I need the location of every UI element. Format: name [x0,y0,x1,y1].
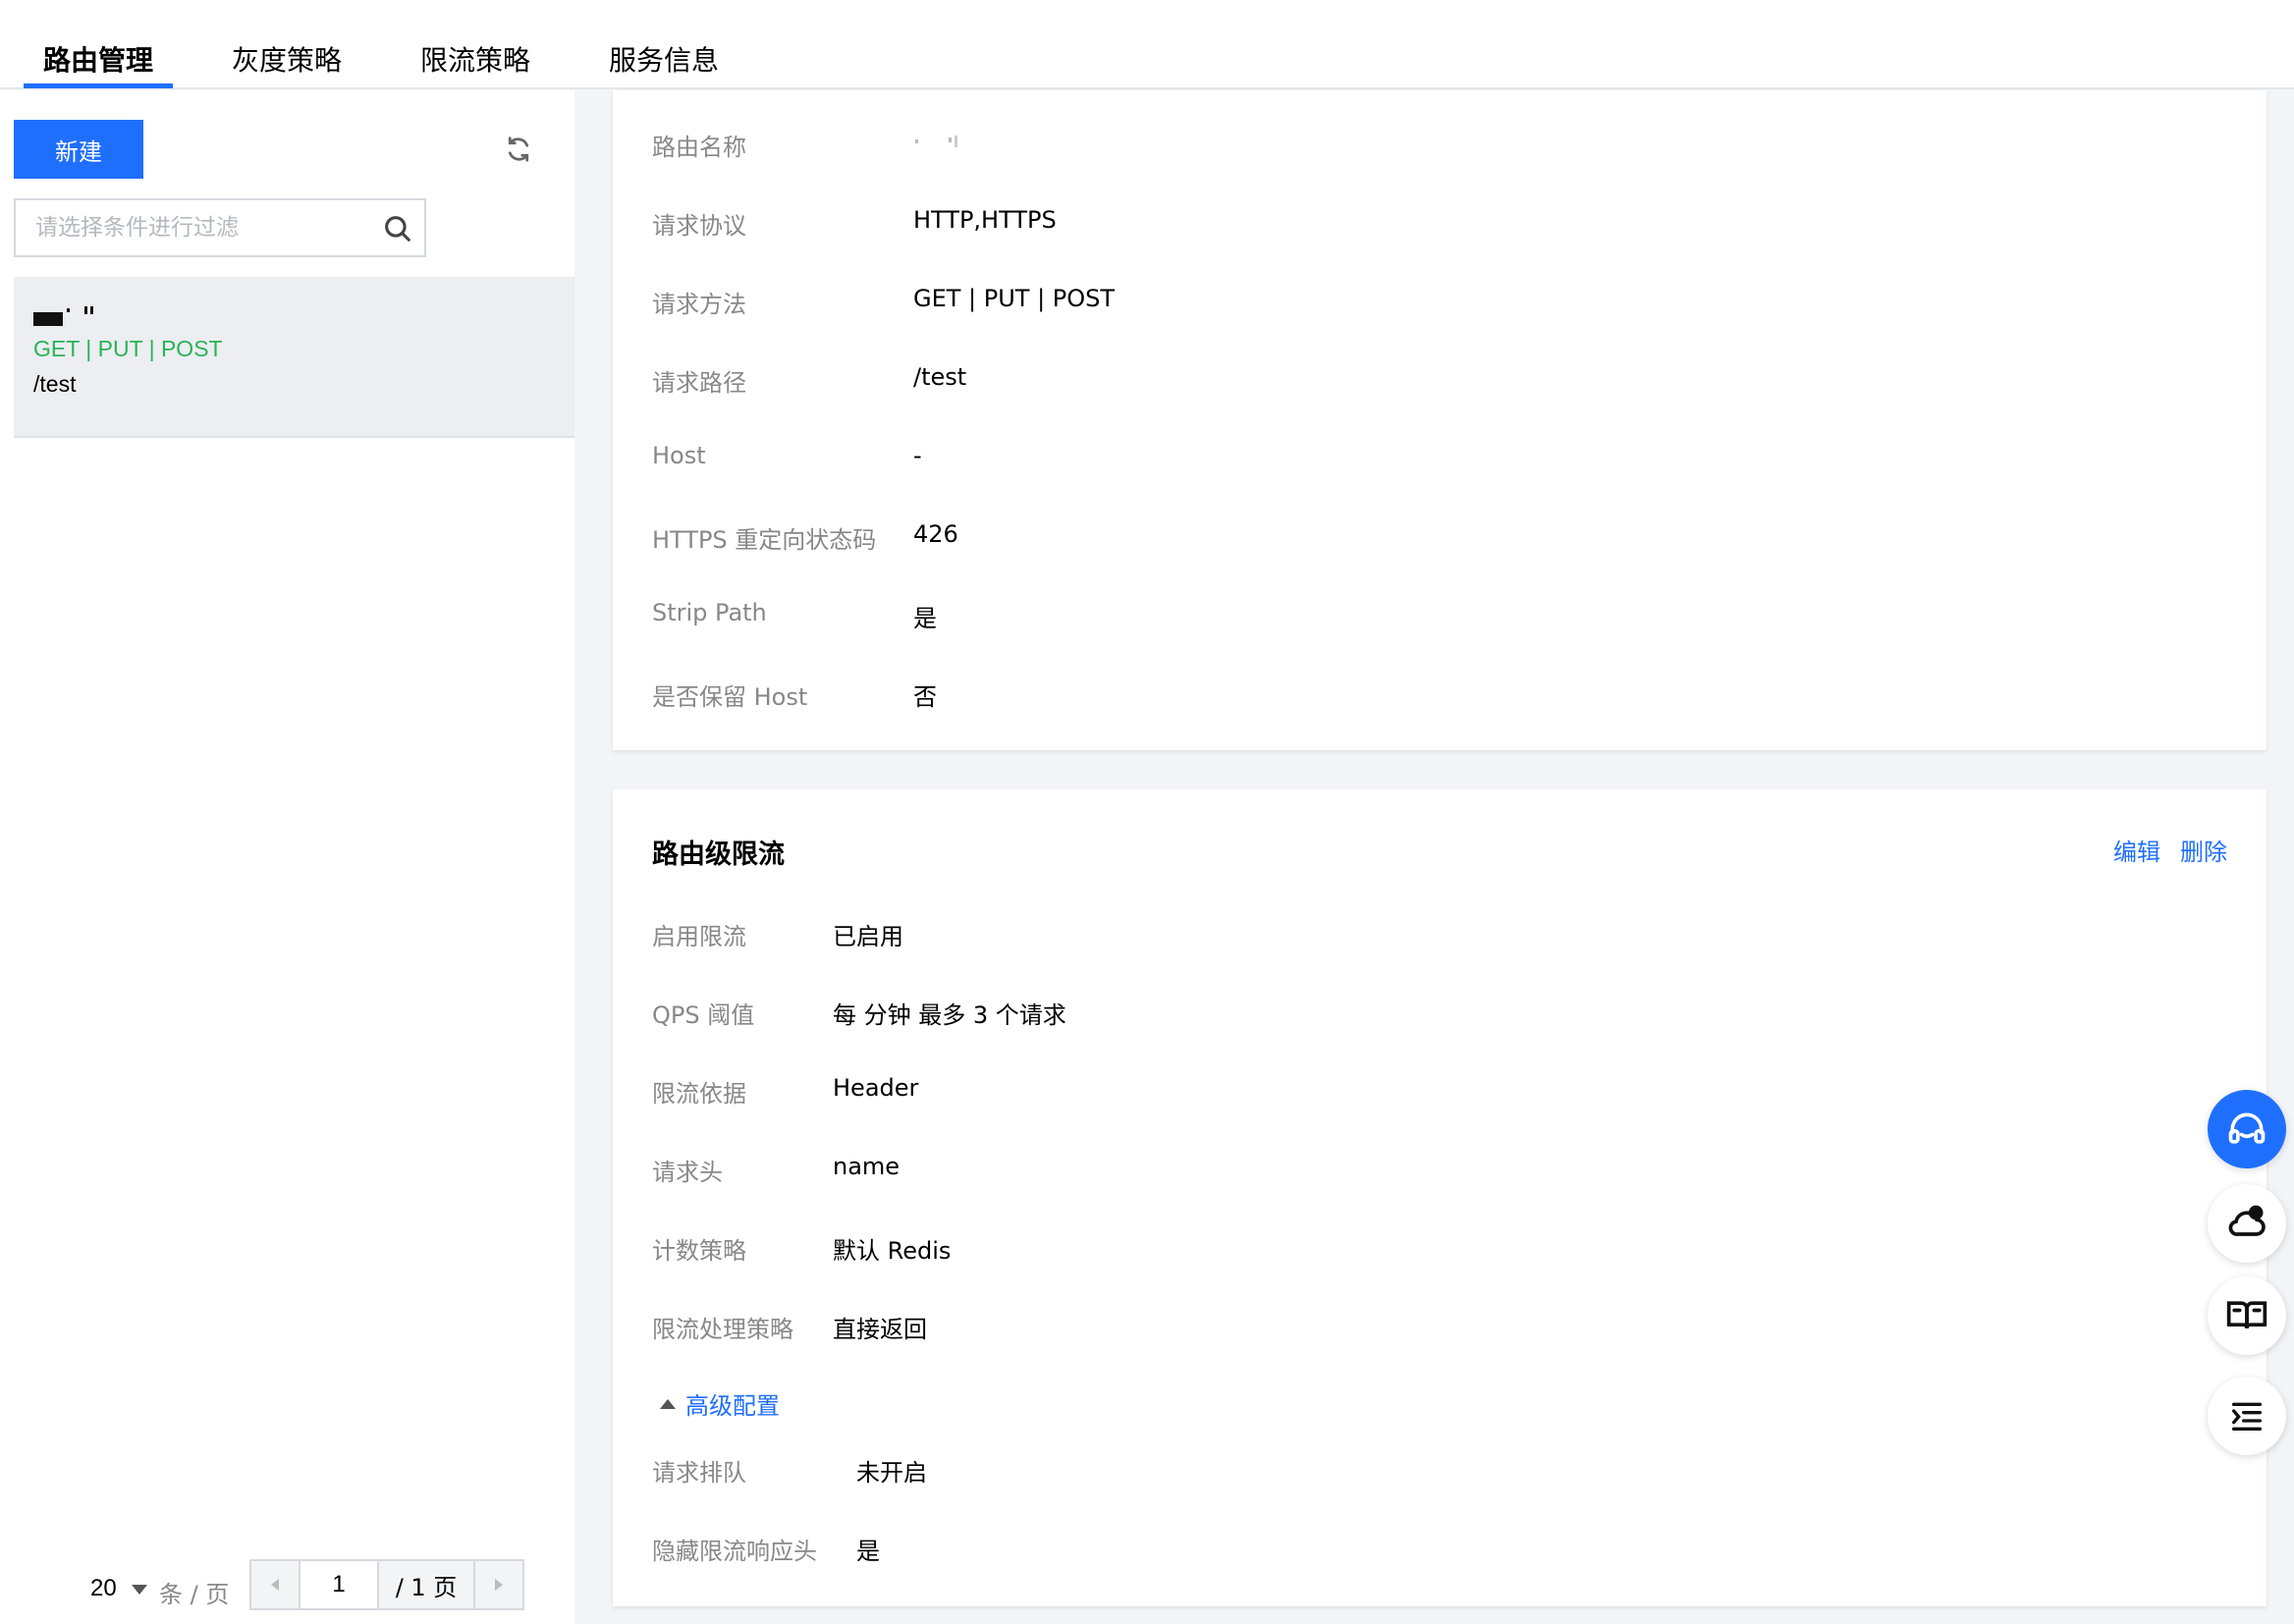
route-rate-limit-card: 路由级限流 编辑 删除 启用限流 已启用 QPS 阈值 每 分钟 最多 3 个请… [613,789,2267,1606]
advanced-config-toggle[interactable]: 高级配置 [660,1386,780,1421]
active-tab-indicator [24,83,173,88]
hide-headers-value: 是 [856,1538,880,1565]
count-strategy-label: 计数策略 [652,1237,746,1265]
preserve-host-value: 否 [913,683,937,711]
next-page-button[interactable] [473,1561,522,1608]
qps-label: QPS 阈值 [652,1001,755,1029]
limit-enabled-value: 已启用 [833,923,903,950]
filter-search-input[interactable] [35,200,369,255]
strip-path-label: Strip Path [652,599,767,626]
refresh-icon[interactable] [501,132,536,167]
qps-value: 每 分钟 最多 3 个请求 [833,1001,1066,1029]
hide-headers-label: 隐藏限流响应头 [652,1538,817,1565]
https-redirect-label: HTTPS 重定向状态码 [652,526,877,554]
rate-limit-title: 路由级限流 [652,839,785,870]
host-label: Host [652,442,706,469]
caret-up-icon [660,1398,676,1409]
limit-enabled-label: 启用限流 [652,923,746,950]
request-queue-value: 未开启 [856,1459,927,1487]
strip-path-value: 是 [913,605,937,632]
limit-basis-value: Header [833,1074,919,1102]
tab-service-info[interactable]: 服务信息 [609,39,719,79]
route-path: /test [33,371,77,397]
handling-strategy-label: 限流处理策略 [652,1316,793,1343]
preserve-host-label: 是否保留 Host [652,683,808,711]
path-label: 请求路径 [652,369,746,397]
request-queue-label: 请求排队 [652,1459,746,1487]
tabs-bar: 路由管理 灰度策略 限流策略 服务信息 [0,0,2294,89]
route-name-value-redacted [915,135,957,147]
new-route-button[interactable]: 新建 [14,120,143,179]
outline-button[interactable] [2208,1377,2286,1455]
route-list-panel: 新建 GET | PUT | POST /test [0,90,574,1624]
docs-button[interactable] [2208,1276,2286,1355]
headset-icon [2228,1112,2266,1144]
support-button[interactable] [2208,1090,2286,1168]
filter-search-box [14,198,426,257]
limit-basis-label: 限流依据 [652,1080,746,1108]
cloud-alert-icon [2228,1205,2266,1236]
page-size-chevron-down-icon[interactable] [132,1585,147,1595]
https-redirect-value: 426 [913,520,958,548]
cloud-alert-button[interactable] [2208,1184,2286,1263]
book-icon [2226,1301,2267,1329]
chevron-right-icon [495,1579,503,1591]
protocol-value: HTTP,HTTPS [913,206,1057,234]
page-size-value[interactable]: 20 [90,1575,117,1602]
page-size-unit: 条 / 页 [159,1581,230,1608]
page-total: / 1 页 [379,1561,473,1608]
route-list-item[interactable]: GET | PUT | POST /test [14,277,574,438]
prev-page-button[interactable] [251,1561,300,1608]
advanced-config-label: 高级配置 [685,1392,780,1420]
list-indent-icon [2232,1402,2262,1431]
search-icon[interactable] [381,212,414,245]
tab-route-management[interactable]: 路由管理 [43,39,153,79]
route-name-redacted [33,306,93,326]
pager: / 1 页 [249,1559,524,1610]
tab-gray-strategy[interactable]: 灰度策略 [232,39,342,79]
delete-link[interactable]: 删除 [2180,833,2227,867]
handling-strategy-value: 直接返回 [833,1316,927,1343]
route-basic-info-card: 路由名称 请求协议 HTTP,HTTPS 请求方法 GET | PUT | PO… [613,90,2267,750]
route-methods: GET | PUT | POST [33,336,223,361]
edit-link[interactable]: 编辑 [2113,833,2160,867]
path-value: /test [913,363,967,391]
method-label: 请求方法 [652,291,746,318]
route-name-label: 路由名称 [652,134,746,161]
request-header-label: 请求头 [652,1159,723,1186]
chevron-left-icon [271,1579,279,1591]
method-value: GET | PUT | POST [913,285,1116,312]
host-value: - [913,442,922,469]
request-header-value: name [833,1153,901,1180]
page-number-input[interactable] [300,1561,379,1608]
tab-rate-limit-strategy[interactable]: 限流策略 [420,39,530,79]
protocol-label: 请求协议 [652,212,746,240]
count-strategy-value: 默认 Redis [833,1237,952,1265]
